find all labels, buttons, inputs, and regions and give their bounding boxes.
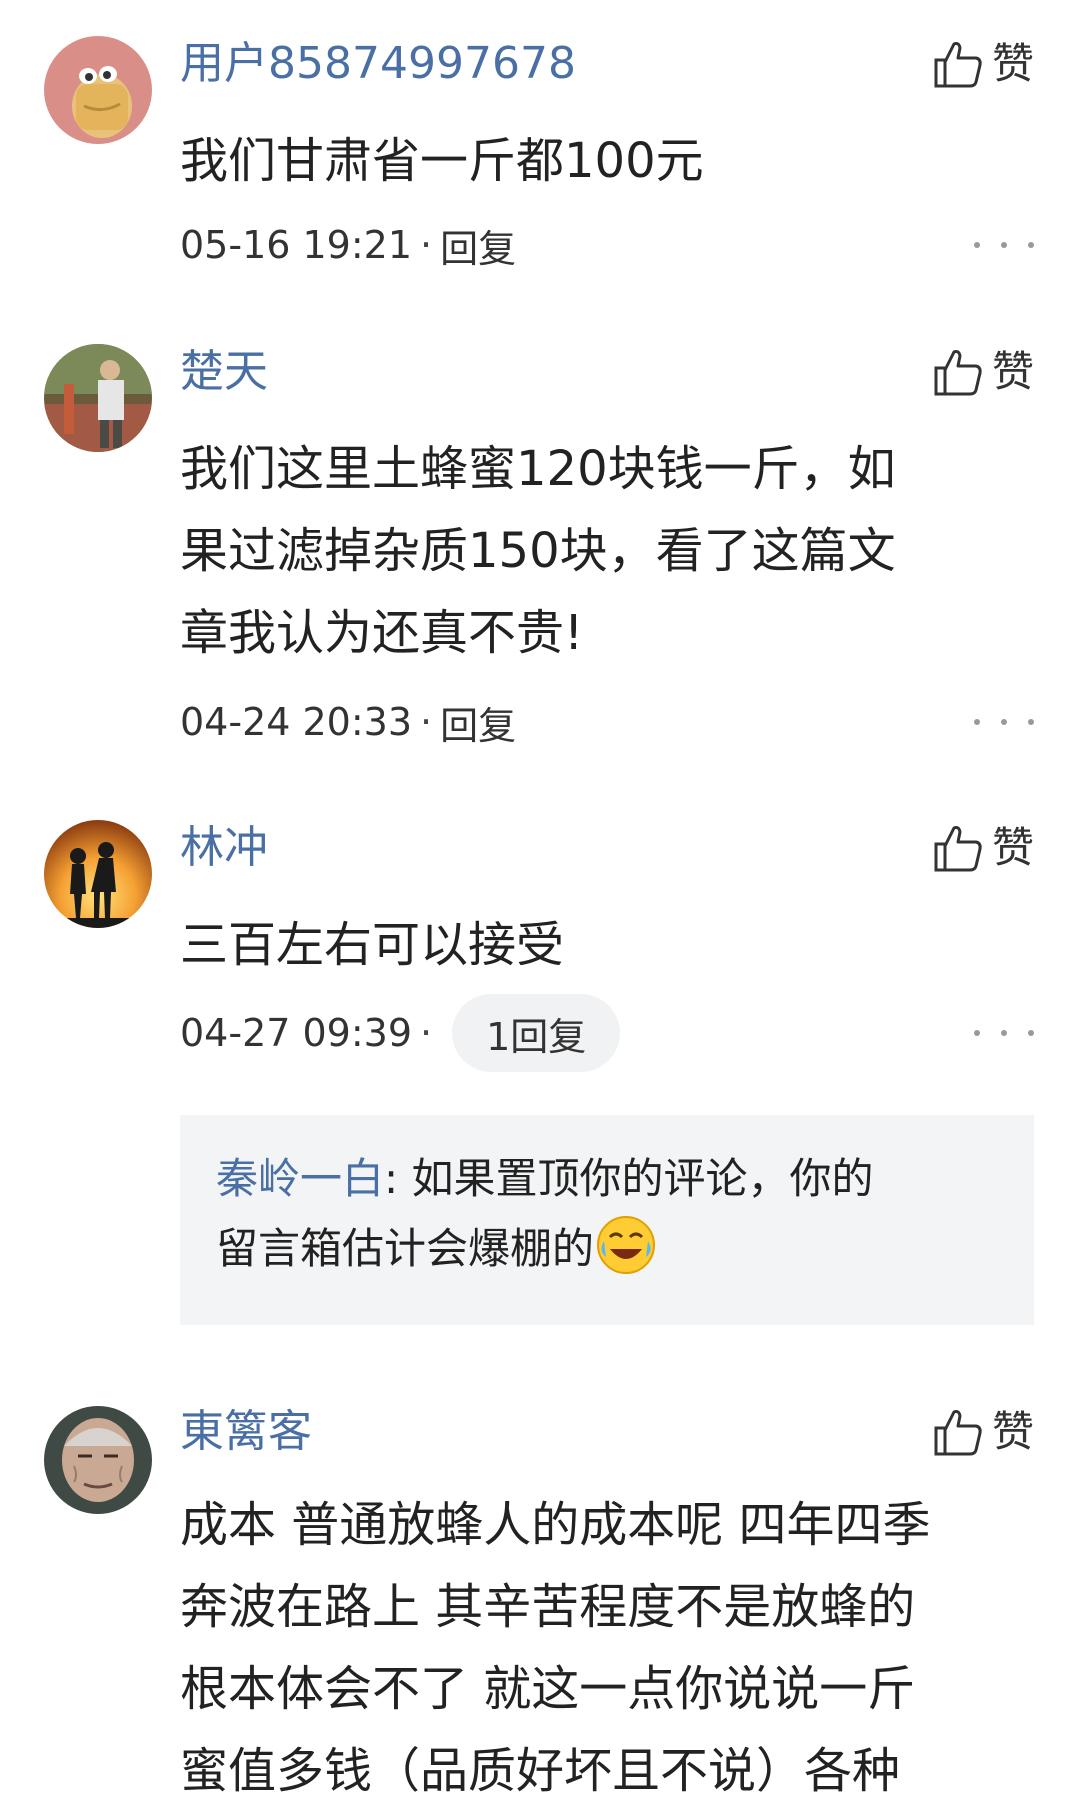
- sub-reply-content: 如果置顶你的评论，你的: [398, 1154, 874, 1203]
- comment-line: 成本 普通放蜂人的成本呢 四年四季: [180, 1497, 931, 1553]
- like-button[interactable]: 赞: [932, 34, 1034, 94]
- separator: ·: [420, 223, 433, 267]
- like-label: 赞: [991, 823, 1034, 872]
- more-dot: [1028, 242, 1034, 248]
- more-options-button[interactable]: [974, 1013, 1034, 1053]
- comment-meta: 05-16 19:21 · 回复: [180, 215, 516, 275]
- comment-text: 我们这里土蜂蜜120块钱一斤，如 果过滤掉杂质150块，看了这篇文 章我认为还真…: [180, 428, 1040, 674]
- like-label: 赞: [991, 1407, 1034, 1456]
- comment-line: 蜜值多钱（品质好坏且不说）各种: [180, 1743, 901, 1799]
- more-dot: [1028, 719, 1034, 725]
- comment-item: 用户85874997678 赞 我们甘肃省一斤都100元 05-16 19:21…: [0, 0, 1080, 300]
- comment-line: 我们甘肃省一斤都100元: [180, 133, 704, 189]
- username[interactable]: 用户85874997678: [180, 34, 576, 94]
- avatar[interactable]: [44, 36, 152, 144]
- reply-button[interactable]: 回复: [440, 695, 516, 750]
- comment-item: 楚天 赞 我们这里土蜂蜜120块钱一斤，如 果过滤掉杂质150块，看了这篇文 章…: [0, 300, 1080, 770]
- comment-text: 三百左右可以接受: [180, 904, 1040, 986]
- like-button[interactable]: 赞: [932, 1402, 1034, 1462]
- timestamp: 05-16 19:21: [180, 223, 413, 267]
- reply-count-button[interactable]: 1回复: [452, 994, 621, 1072]
- photo-avatar-icon: [44, 344, 152, 452]
- timestamp: 04-24 20:33: [180, 700, 413, 744]
- comment-line: 果过滤掉杂质150块，看了这篇文: [180, 523, 896, 579]
- more-options-button[interactable]: [974, 225, 1034, 265]
- comment-meta: 04-24 20:33 · 回复: [180, 692, 516, 752]
- thumbs-up-icon: [934, 826, 982, 872]
- like-button[interactable]: 赞: [932, 342, 1034, 402]
- reply-button[interactable]: 回复: [440, 218, 516, 273]
- sub-reply-line: 留言箱估计会爆棚的: [216, 1213, 1016, 1283]
- comment-line: 三百左右可以接受: [180, 917, 565, 973]
- more-dot: [1001, 719, 1007, 725]
- sub-reply-colon: :: [384, 1154, 399, 1203]
- comment-line: 我们这里土蜂蜜120块钱一斤，如: [180, 441, 896, 497]
- like-button[interactable]: 赞: [932, 818, 1034, 878]
- timestamp: 04-27 09:39: [180, 1011, 413, 1055]
- comment-line: 奔波在路上 其辛苦程度不是放蜂的: [180, 1579, 916, 1635]
- more-dot: [1028, 1030, 1034, 1036]
- more-dot: [974, 719, 980, 725]
- sub-reply-line: 秦岭一白: 如果置顶你的评论，你的: [216, 1145, 1016, 1213]
- more-dot: [1001, 1030, 1007, 1036]
- separator: ·: [420, 700, 433, 744]
- more-dot: [974, 1030, 980, 1036]
- avatar[interactable]: [44, 820, 152, 928]
- username[interactable]: 楚天: [180, 342, 268, 402]
- comment-item: 林冲 赞 三百左右可以接受 04-27 09:39 · 1回复 秦岭一白: 如果…: [0, 770, 1080, 1330]
- comment-line: 章我认为还真不贵!: [180, 605, 584, 661]
- avatar[interactable]: [44, 344, 152, 452]
- comment-item: 東篱客 赞 成本 普通放蜂人的成本呢 四年四季 奔波在路上 其辛苦程度不是放蜂的…: [0, 1360, 1080, 1811]
- thumbs-up-icon: [934, 350, 982, 396]
- thumbs-up-icon: [934, 42, 982, 88]
- sub-reply-author[interactable]: 秦岭一白: [216, 1154, 384, 1203]
- laughing-crying-emoji-icon: [594, 1213, 658, 1277]
- like-label: 赞: [991, 39, 1034, 88]
- username[interactable]: 東篱客: [180, 1402, 312, 1462]
- thumbs-up-icon: [934, 1410, 982, 1456]
- comment-line: 根本体会不了 就这一点你说说一斤: [180, 1661, 916, 1717]
- comment-text: 我们甘肃省一斤都100元: [180, 120, 1040, 202]
- username[interactable]: 林冲: [180, 818, 268, 878]
- elderly-man-avatar-icon: [44, 1406, 152, 1514]
- sub-reply-box[interactable]: 秦岭一白: 如果置顶你的评论，你的 留言箱估计会爆棚的: [180, 1115, 1034, 1325]
- separator: ·: [420, 1011, 433, 1055]
- avatar[interactable]: [44, 1406, 152, 1514]
- like-label: 赞: [991, 347, 1034, 396]
- sub-reply-text: 秦岭一白: 如果置顶你的评论，你的 留言箱估计会爆棚的: [216, 1145, 1016, 1283]
- sunset-silhouette-avatar-icon: [44, 820, 152, 928]
- sub-reply-content: 留言箱估计会爆棚的: [216, 1224, 595, 1273]
- comment-meta: 04-27 09:39 · 1回复: [180, 994, 621, 1072]
- comment-text: 成本 普通放蜂人的成本呢 四年四季 奔波在路上 其辛苦程度不是放蜂的 根本体会不…: [180, 1484, 1040, 1812]
- cartoon-avatar-icon: [44, 36, 152, 144]
- more-dot: [974, 242, 980, 248]
- more-dot: [1001, 242, 1007, 248]
- more-options-button[interactable]: [974, 702, 1034, 742]
